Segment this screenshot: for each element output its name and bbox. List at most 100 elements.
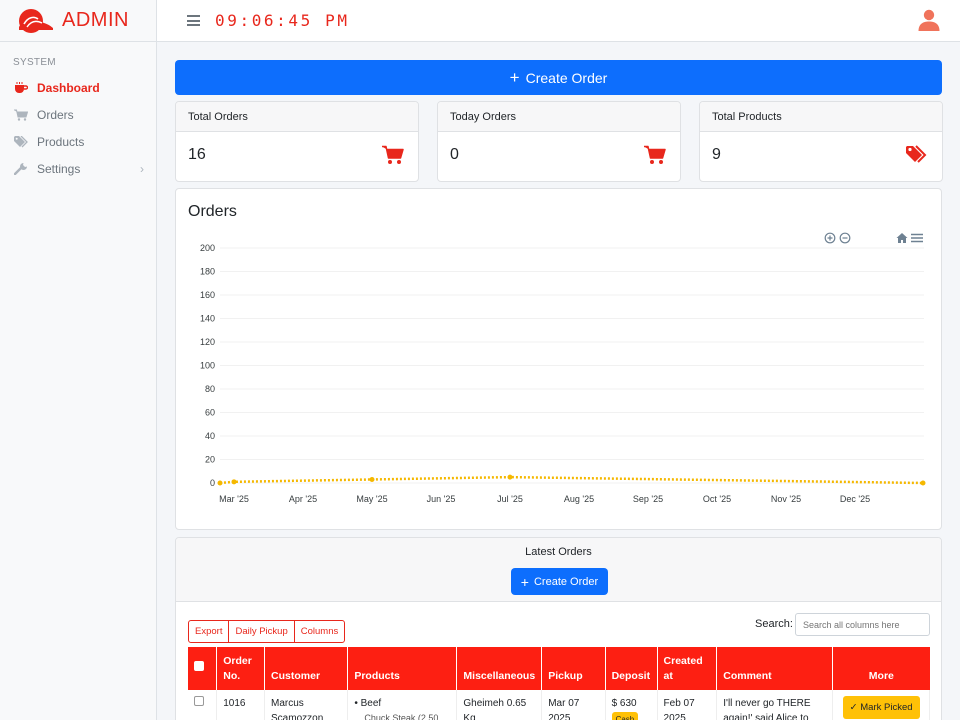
topbar: 09:06:45 PM: [157, 0, 960, 42]
select-all-header: [188, 647, 218, 690]
y-tick-label: 80: [205, 384, 215, 394]
brand[interactable]: ADMIN: [0, 0, 156, 42]
column-header[interactable]: Products: [347, 647, 458, 690]
plus-icon: +: [509, 68, 520, 87]
stat-value: 9: [712, 146, 721, 163]
y-tick-label: 40: [205, 431, 215, 441]
sidebar-item-label: Settings: [37, 161, 81, 176]
series-line: [219, 475, 924, 485]
chevron-right-icon: ›: [140, 161, 144, 176]
table-row[interactable]: 1016 Marcus Scamozzon • Beef Chuck Steak…: [188, 690, 930, 720]
column-header[interactable]: Order No.: [216, 647, 266, 690]
create-order-button[interactable]: + Create Order: [175, 60, 942, 95]
sidebar-item-dashboard[interactable]: Dashboard: [0, 74, 156, 101]
daily-pickup-button[interactable]: Daily Pickup: [228, 620, 295, 643]
tags-icon: [13, 135, 29, 149]
wrench-icon: [13, 162, 29, 176]
column-header[interactable]: Customer: [264, 647, 349, 690]
x-tick-label: Sep '25: [633, 494, 663, 504]
mark-picked-button[interactable]: ✓ Mark Picked: [842, 696, 920, 719]
columns-button[interactable]: Columns: [293, 620, 346, 643]
misc-cell: Gheimeh 0.65 Kg: [456, 690, 543, 720]
user-icon[interactable]: [918, 9, 940, 31]
y-tick-label: 120: [200, 337, 215, 347]
cart-icon: [382, 145, 404, 164]
deposit-badge: Cash: [611, 712, 639, 720]
y-tick-label: 60: [205, 408, 215, 418]
data-point: [920, 480, 926, 486]
deposit-amount: $ 630: [611, 698, 637, 709]
column-header[interactable]: More: [833, 647, 930, 690]
orders-chart-card: Orders 0 20 40 60 80 100 120 140 160 180 200 Mar '2…: [175, 188, 942, 530]
comment-cell: I'll never go THERE again!' said Alice t…: [716, 690, 834, 720]
stat-title: Today Orders: [438, 102, 680, 132]
data-point: [217, 480, 223, 486]
y-tick-label: 200: [200, 243, 215, 253]
latest-orders-title: Latest Orders: [525, 546, 592, 558]
data-point: [231, 479, 237, 485]
x-tick-label: Aug '25: [564, 494, 594, 504]
column-header[interactable]: Comment: [716, 647, 834, 690]
zoom-out-icon[interactable]: [839, 232, 851, 244]
tags-icon: [906, 145, 927, 163]
y-tick-label: 140: [200, 314, 215, 324]
latest-orders-card: Latest Orders + Create Order Export Dail…: [175, 537, 942, 720]
search-label: Search:: [755, 618, 793, 630]
products-cell: • Beef Chuck Steak (2.50: [347, 690, 458, 720]
column-header[interactable]: Miscellaneous: [456, 647, 543, 690]
y-tick-label: 0: [210, 478, 215, 488]
export-button[interactable]: Export: [188, 620, 230, 643]
column-header[interactable]: Deposit: [605, 647, 658, 690]
select-all-checkbox[interactable]: [194, 661, 204, 671]
x-tick-label: Mar '25: [219, 494, 249, 504]
sidebar-item-orders[interactable]: Orders: [0, 101, 156, 128]
deposit-cell: $ 630 Cash: [605, 690, 658, 720]
table-header-row: Order No. Customer Products Miscellaneou…: [188, 647, 930, 690]
cart-icon: [644, 145, 666, 164]
pickup-date: Mar 07 2025: [541, 690, 606, 720]
sidebar-item-label: Dashboard: [37, 80, 100, 95]
y-tick-label: 180: [200, 267, 215, 277]
sidebar-item-label: Products: [37, 134, 85, 149]
y-tick-label: 100: [200, 361, 215, 371]
create-order-label: Create Order: [525, 69, 608, 86]
data-point: [507, 474, 513, 480]
sidebar: ADMIN SYSTEM Dashboard Orders Products S…: [0, 0, 157, 720]
x-tick-label: Jul '25: [497, 494, 523, 504]
hamburger-menu-icon[interactable]: [187, 15, 200, 26]
orders-chart[interactable]: 0 20 40 60 80 100 120 140 160 180 200 Mar '25 Apr '2…: [176, 189, 943, 531]
sidebar-item-products[interactable]: Products: [0, 128, 156, 155]
column-header[interactable]: Created at: [657, 647, 718, 690]
create-order-label: Create Order: [533, 575, 599, 588]
product-sub-item: Chuck Steak (2.50: [364, 713, 439, 720]
orders-table: Order No. Customer Products Miscellaneou…: [188, 647, 930, 720]
x-tick-label: Nov '25: [771, 494, 801, 504]
row-checkbox[interactable]: [194, 696, 204, 706]
menu-icon[interactable]: [911, 233, 923, 243]
stat-card-total-orders: Total Orders 16: [175, 101, 419, 182]
more-cell: ✓ Mark Picked: [832, 690, 930, 720]
x-tick-label: Oct '25: [703, 494, 731, 504]
table-button-group: Export Daily Pickup Columns: [188, 620, 346, 643]
create-order-button-secondary[interactable]: + Create Order: [511, 568, 608, 595]
y-tick-label: 20: [205, 455, 215, 465]
x-tick-label: May '25: [356, 494, 387, 504]
stat-value: 0: [450, 146, 459, 163]
cart-icon: [13, 108, 29, 122]
sidebar-item-settings[interactable]: Settings ›: [0, 155, 156, 182]
stat-card-total-products: Total Products 9: [699, 101, 943, 182]
plus-icon: +: [520, 573, 529, 590]
created-date: Feb 07 2025: [657, 690, 718, 720]
x-tick-label: Jun '25: [427, 494, 456, 504]
stat-value: 16: [188, 146, 206, 163]
customer-name: Marcus Scamozzon: [264, 690, 349, 720]
mark-picked-label: Mark Picked: [860, 702, 913, 713]
brand-name: ADMIN: [62, 9, 129, 31]
search-input[interactable]: [795, 613, 930, 636]
column-header[interactable]: Pickup: [541, 647, 606, 690]
zoom-in-icon[interactable]: [824, 232, 836, 244]
x-tick-label: Dec '25: [840, 494, 870, 504]
order-number: 1016: [216, 690, 266, 720]
data-point: [369, 476, 375, 482]
home-icon[interactable]: [896, 233, 908, 243]
